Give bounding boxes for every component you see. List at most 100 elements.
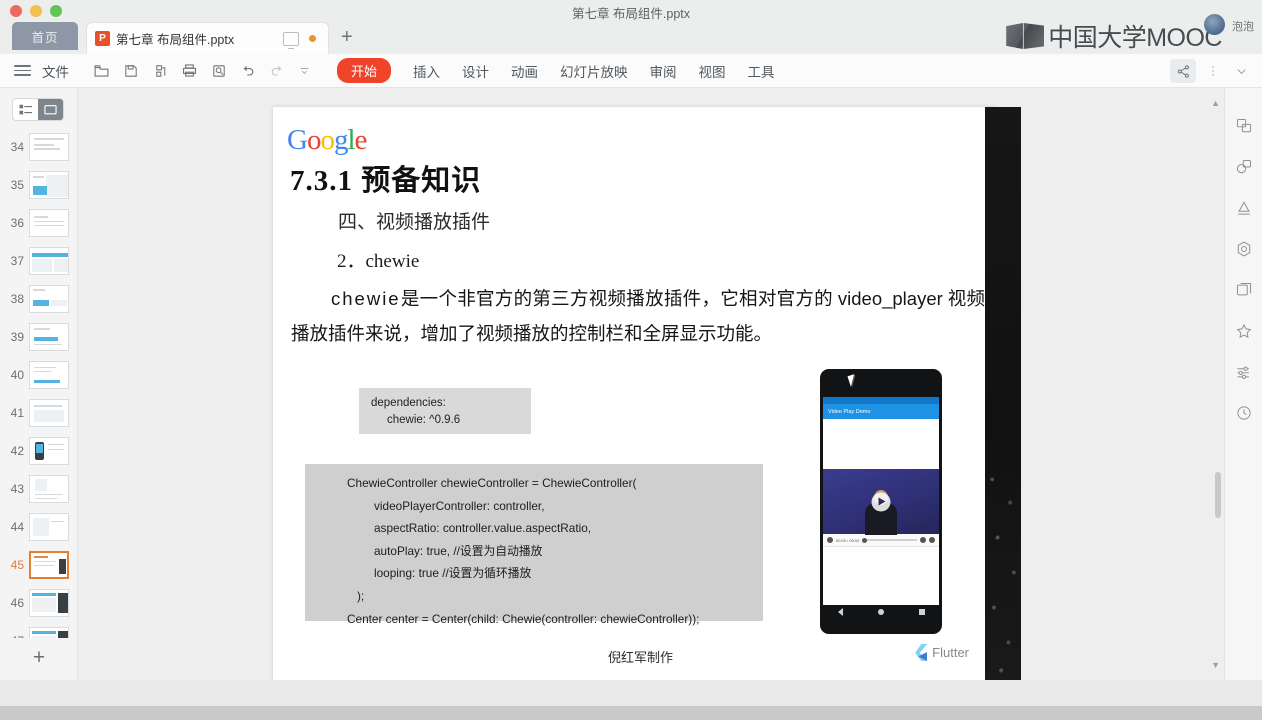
text-effect-icon[interactable] [1231,196,1257,220]
video-overlay-strip [985,107,1021,689]
slide-thumbnail[interactable] [29,399,69,427]
undo-icon[interactable] [240,63,256,79]
new-tab-button[interactable]: + [341,27,353,47]
slide-thumbnail[interactable] [29,475,69,503]
more-vertical-icon[interactable] [1202,59,1224,83]
slide-number: 39 [10,330,24,344]
open-folder-icon[interactable] [93,62,110,79]
video-progress-bar [862,538,917,542]
flutter-mark-icon [913,644,928,661]
document-tab-label: 第七章 布局组件.pptx [116,33,235,47]
slide-note-icon[interactable] [1231,278,1257,302]
list-item[interactable]: 34 [0,128,78,166]
print-preview-icon[interactable] [211,63,227,79]
current-slide[interactable]: Google 7.3.1 预备知识 四、视频播放插件 2．chewie chew… [273,107,1021,689]
list-item[interactable]: 43 [0,470,78,508]
slide-number: 43 [10,482,24,496]
list-item[interactable]: 47 [0,622,78,638]
thumbnail-list[interactable]: 34 35 36 37 38 39 40 41 42 43 44 45 46 [0,128,78,638]
slide-subtitle-level2: 2．chewie [337,251,420,272]
slide-title: 7.3.1 预备知识 [290,165,482,197]
slide-thumbnail[interactable] [29,361,69,389]
presentation-app-window: 第七章 布局组件.pptx 首页 P 第七章 布局组件.pptx + 中国大学M… [0,0,1262,720]
slide-thumbnail[interactable] [29,209,69,237]
phone-status-bar [823,397,939,404]
ribbon-tab-review[interactable]: 审阅 [650,61,677,81]
code-line: Center center = Center(child: Chewie(con… [347,611,700,626]
list-item[interactable]: 39 [0,318,78,356]
slide-number: 36 [10,216,24,230]
document-tab[interactable]: P 第七章 布局组件.pptx [86,22,329,54]
view-mode-toggle [12,98,64,121]
slide-thumbnail[interactable] [29,323,69,351]
google-logo-letter: o [320,124,334,156]
adjust-settings-icon[interactable] [1231,360,1257,384]
add-slide-button[interactable]: + [0,647,78,668]
google-logo-letter: l [347,124,355,156]
ribbon-tab-slideshow[interactable]: 幻灯片放映 [560,61,628,81]
code-line: videoPlayerController: controller, [374,498,545,513]
list-item[interactable]: 35 [0,166,78,204]
scrollbar-thumb[interactable] [1215,472,1221,518]
history-icon[interactable] [1231,401,1257,425]
scroll-up-arrow-icon[interactable]: ▲ [1211,98,1220,108]
badge-icon[interactable] [1231,237,1257,261]
ribbon-toolbar: 文件 开始 插入 设计 动画 幻灯片放映 审阅 视图 工具 [0,54,1262,88]
slide-thumbnail[interactable] [29,589,69,617]
android-home-icon [877,608,884,615]
ribbon-tab-list: 开始 插入 设计 动画 幻灯片放映 审阅 视图 工具 [337,58,775,83]
status-bar-strip [0,706,1262,720]
share-icon[interactable] [1170,59,1196,83]
list-item[interactable]: 46 [0,584,78,622]
home-tab[interactable]: 首页 [12,22,78,50]
slide-thumbnail[interactable] [29,171,69,199]
list-item[interactable]: 38 [0,280,78,318]
ribbon-tab-insert[interactable]: 插入 [413,61,440,81]
print-icon[interactable] [181,62,198,79]
slide-view-icon[interactable] [38,99,63,120]
redo-icon[interactable] [269,63,285,79]
video-fullscreen-icon [929,537,935,543]
outline-view-icon[interactable] [13,99,38,120]
slide-thumbnail[interactable] [29,437,69,465]
smart-shape-icon[interactable] [1231,155,1257,179]
presentation-mode-icon[interactable] [283,31,299,46]
user-avatar[interactable] [1204,14,1225,35]
canvas-vertical-scrollbar[interactable]: ▲ ▼ [1211,94,1221,674]
slide-thumbnail[interactable] [29,627,69,638]
file-menu-button[interactable]: 文件 [42,61,69,81]
list-item[interactable]: 45 [0,546,78,584]
slide-number: 38 [10,292,24,306]
video-play-icon [827,537,833,543]
ribbon-tab-tools[interactable]: 工具 [748,61,775,81]
main-menu-icon[interactable] [14,65,32,76]
ribbon-tab-animation[interactable]: 动画 [511,61,538,81]
list-item[interactable]: 37 [0,242,78,280]
list-item[interactable]: 40 [0,356,78,394]
android-recents-icon [918,608,925,615]
chevron-down-icon[interactable] [1230,59,1252,83]
phone-screen: Video Play Demo 00:00 / 00:00 [823,397,939,605]
shapes-icon[interactable] [1231,114,1257,138]
google-logo-letter: o [306,124,321,156]
star-effect-icon[interactable] [1231,319,1257,343]
slide-thumbnail[interactable] [29,247,69,275]
slide-number: 45 [10,558,24,572]
mooc-logo-icon [1006,23,1045,49]
ribbon-tab-start[interactable]: 开始 [337,58,392,83]
save-as-icon[interactable] [152,63,168,79]
list-item[interactable]: 44 [0,508,78,546]
slide-thumbnail[interactable] [29,285,69,313]
slide-body-paragraph: chewie是一个非官方的第三方视频播放插件，它相对官方的 video_play… [291,281,985,353]
list-item[interactable]: 36 [0,204,78,242]
slide-thumbnail[interactable] [29,513,69,541]
save-icon[interactable] [123,63,139,79]
ribbon-tab-view[interactable]: 视图 [699,61,726,81]
more-tools-chevron-icon[interactable] [298,64,311,77]
ribbon-tab-design[interactable]: 设计 [462,61,489,81]
list-item[interactable]: 42 [0,432,78,470]
slide-thumbnail[interactable] [29,133,69,161]
slide-thumbnail[interactable] [29,551,69,579]
scroll-down-arrow-icon[interactable]: ▼ [1211,660,1220,670]
list-item[interactable]: 41 [0,394,78,432]
